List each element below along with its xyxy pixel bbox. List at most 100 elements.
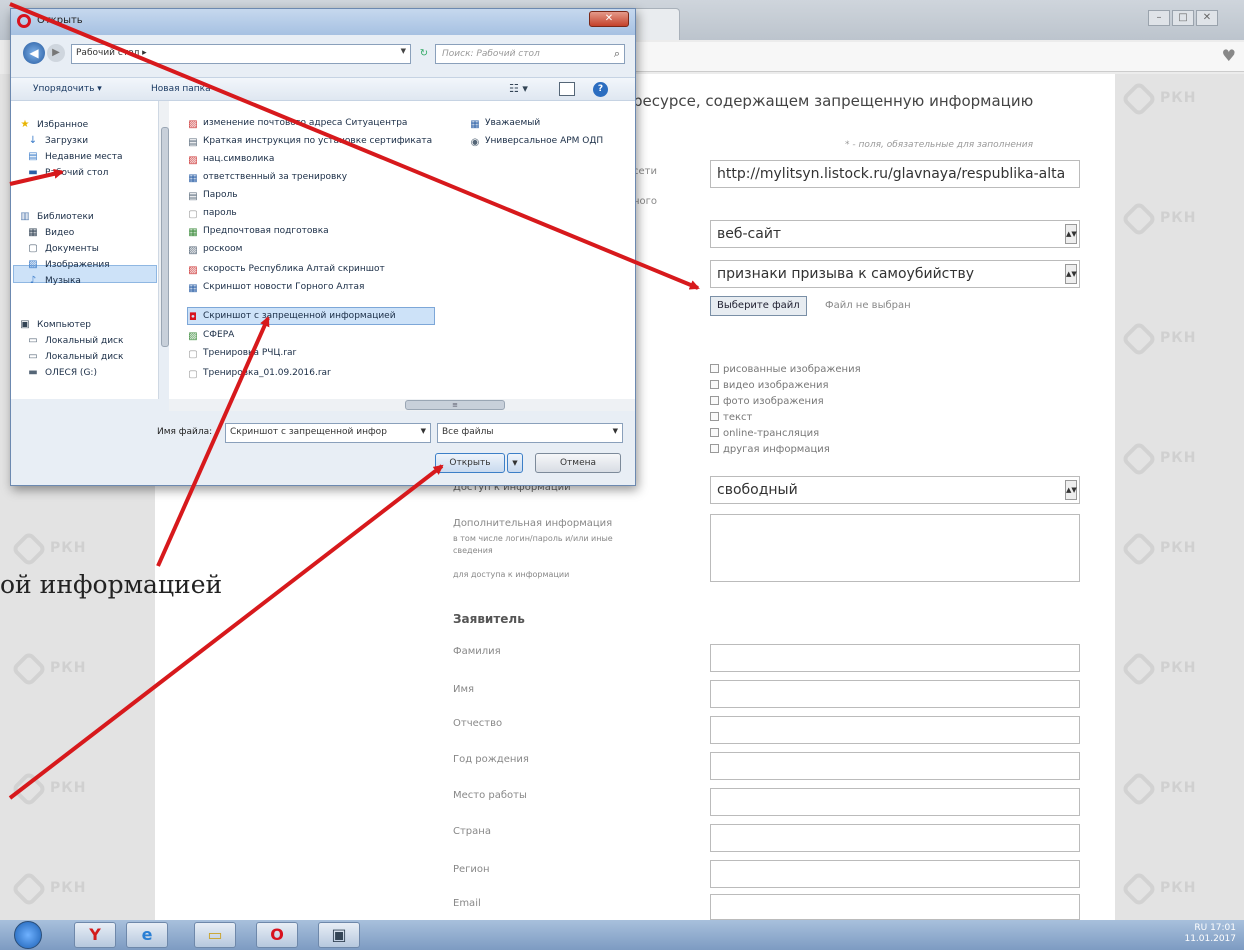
checkbox-row[interactable]: текст [710, 412, 752, 423]
file-item[interactable]: ▨ нац.символика [187, 151, 274, 167]
organize-button[interactable]: Упорядочить ▾ [33, 84, 102, 94]
tray-lang[interactable]: RU [1194, 923, 1207, 933]
checkbox[interactable] [710, 396, 719, 405]
dialog-toolbar: Упорядочить ▾ Новая папка ☷ ▾ ? [11, 77, 635, 101]
app-taskbar-icon[interactable]: ▣ [318, 922, 360, 948]
file-item[interactable]: ▦ Уважаемый [469, 115, 540, 131]
checkbox[interactable] [710, 364, 719, 373]
file-item[interactable]: ▦ Скриншот новости Горного Алтая [187, 279, 364, 295]
nav-video[interactable]: ▦ Видео [28, 225, 74, 241]
file-item[interactable]: ▢ Тренировка РЧЦ.rar [187, 345, 296, 361]
file-item[interactable]: ▢ Тренировка_01.09.2016.rar [187, 365, 331, 381]
extra-info-textarea[interactable] [710, 514, 1080, 582]
url-input[interactable]: http://mylitsyn.listock.ru/glavnaya/resp… [710, 160, 1080, 188]
checkbox-row[interactable]: другая информация [710, 444, 830, 455]
nav-images[interactable]: ▨ Изображения [28, 257, 109, 273]
preview-pane-icon[interactable] [559, 82, 575, 96]
file-item[interactable]: ◉ Универсальное АРМ ОДП [469, 133, 604, 149]
back-arrow-icon[interactable]: ◀ [23, 42, 45, 64]
chevron-down-icon[interactable]: ▼ [401, 47, 406, 55]
yandex-browser-icon[interactable]: Y [74, 922, 116, 948]
nav-recent[interactable]: ▤ Недавние места [28, 149, 122, 165]
nav-desktop[interactable]: ▬ Рабочий стол [28, 165, 108, 181]
minimize-button[interactable]: – [1148, 10, 1170, 26]
nav-usb-drive[interactable]: ▬ ОЛЕСЯ (G:) [28, 365, 97, 381]
help-icon[interactable]: ? [593, 82, 608, 97]
chevron-down-icon[interactable]: ▼ [421, 427, 426, 435]
resource-type-select[interactable]: веб-сайт ▲▼ [710, 220, 1080, 248]
nav-local-disk[interactable]: ▭ Локальный диск [28, 349, 123, 365]
choose-file-button[interactable]: Выберите файл [710, 296, 807, 316]
nav-music[interactable]: ♪ Музыка [30, 273, 81, 289]
file-item[interactable]: ▨ роскоом [187, 241, 242, 257]
file-item-selected[interactable]: ◘ Скриншот с запрещенной информацией [187, 308, 396, 324]
surname-label: Фамилия [453, 646, 501, 657]
email-input[interactable] [710, 894, 1080, 920]
nav-libraries[interactable]: ▥ Библиотеки [20, 209, 93, 225]
filename-input[interactable]: Скриншот с запрещенной инфор ▼ [225, 423, 431, 443]
path-bar[interactable]: Рабочий стол ▸ ▼ [71, 44, 411, 64]
checkbox[interactable] [710, 412, 719, 421]
nav-computer[interactable]: ▣ Компьютер [20, 317, 91, 333]
patronymic-input[interactable] [710, 716, 1080, 744]
heart-icon[interactable]: ♥ [1222, 46, 1236, 65]
file-item[interactable]: ▤ Краткая инструкция по установке сертифи… [187, 133, 432, 149]
file-item[interactable]: ▨ СФЕРА [187, 327, 234, 343]
forward-arrow-icon[interactable]: ▶ [47, 44, 65, 62]
search-input[interactable]: Поиск: Рабочий стол ⌕ [435, 44, 625, 64]
open-dropdown-button[interactable]: ▼ [507, 453, 523, 473]
cancel-button[interactable]: Отмена [535, 453, 621, 473]
dialog-titlebar[interactable]: Открыть ✕ [11, 9, 635, 35]
close-window-button[interactable]: ✕ [1196, 10, 1218, 26]
filetype-select[interactable]: Все файлы ▼ [437, 423, 623, 443]
hscrollbar-thumb[interactable]: ≡ [405, 400, 505, 410]
file-list-hscrollbar[interactable]: ≡ [169, 399, 635, 411]
file-item[interactable]: ▦ Предпочтовая подготовка [187, 223, 328, 239]
checkbox-row[interactable]: online-трансляция [710, 428, 819, 439]
chevron-down-icon[interactable]: ▼ [613, 427, 618, 435]
nav-favorites[interactable]: ★ Избранное [21, 117, 89, 133]
refresh-icon[interactable]: ↻ [415, 44, 433, 64]
maximize-button[interactable]: □ [1172, 10, 1194, 26]
birth-year-input[interactable] [710, 752, 1080, 780]
nav-scrollbar-thumb[interactable] [161, 127, 169, 347]
close-icon[interactable]: ✕ [589, 11, 629, 27]
file-item[interactable]: ▨ изменение почтового адреса Ситуацентра [187, 115, 407, 131]
access-select[interactable]: свободный ▲▼ [710, 476, 1080, 504]
info-type-select[interactable]: признаки призыва к самоубийству ▲▼ [710, 260, 1080, 288]
tray-time[interactable]: 17:01 [1210, 923, 1236, 933]
checkbox[interactable] [710, 428, 719, 437]
opera-taskbar-icon[interactable]: O [256, 922, 298, 948]
dropdown-arrow-icon[interactable]: ▲▼ [1065, 224, 1077, 244]
checkbox[interactable] [710, 380, 719, 389]
checkbox-row[interactable]: рисованные изображения [710, 364, 861, 375]
new-folder-button[interactable]: Новая папка [151, 84, 211, 94]
workplace-input[interactable] [710, 788, 1080, 816]
view-options-icon[interactable]: ☷ ▾ [509, 82, 528, 95]
dropdown-arrow-icon[interactable]: ▲▼ [1065, 264, 1077, 284]
checkbox-row[interactable]: фото изображения [710, 396, 824, 407]
address-bar[interactable]: ♥ [630, 42, 1244, 72]
nav-local-disk[interactable]: ▭ Локальный диск [28, 333, 123, 349]
country-input[interactable] [710, 824, 1080, 852]
nav-documents[interactable]: ▢ Документы [28, 241, 99, 257]
checkbox[interactable] [710, 444, 719, 453]
file-item[interactable]: ▨ скорость Республика Алтай скриншот [187, 261, 384, 277]
start-button[interactable] [14, 921, 42, 949]
open-button[interactable]: Открыть [435, 453, 505, 473]
surname-input[interactable] [710, 644, 1080, 672]
file-item[interactable]: ▦ ответственный за тренировку [187, 169, 347, 185]
internet-explorer-icon[interactable]: e [126, 922, 168, 948]
file-item[interactable]: ▤ Пароль [187, 187, 237, 203]
file-name: Уважаемый [485, 118, 541, 128]
explorer-folder-icon[interactable]: ▭ [194, 922, 236, 948]
nav-downloads[interactable]: ↓ Загрузки [29, 133, 89, 149]
nav-label: Загрузки [45, 136, 89, 146]
checkbox-row[interactable]: видео изображения [710, 380, 829, 391]
search-icon[interactable]: ⌕ [614, 47, 620, 61]
file-item[interactable]: ▢ пароль [187, 205, 236, 221]
tray-date[interactable]: 11.01.2017 [1184, 934, 1236, 944]
name-input[interactable] [710, 680, 1080, 708]
dropdown-arrow-icon[interactable]: ▲▼ [1065, 480, 1077, 500]
region-input[interactable] [710, 860, 1080, 888]
